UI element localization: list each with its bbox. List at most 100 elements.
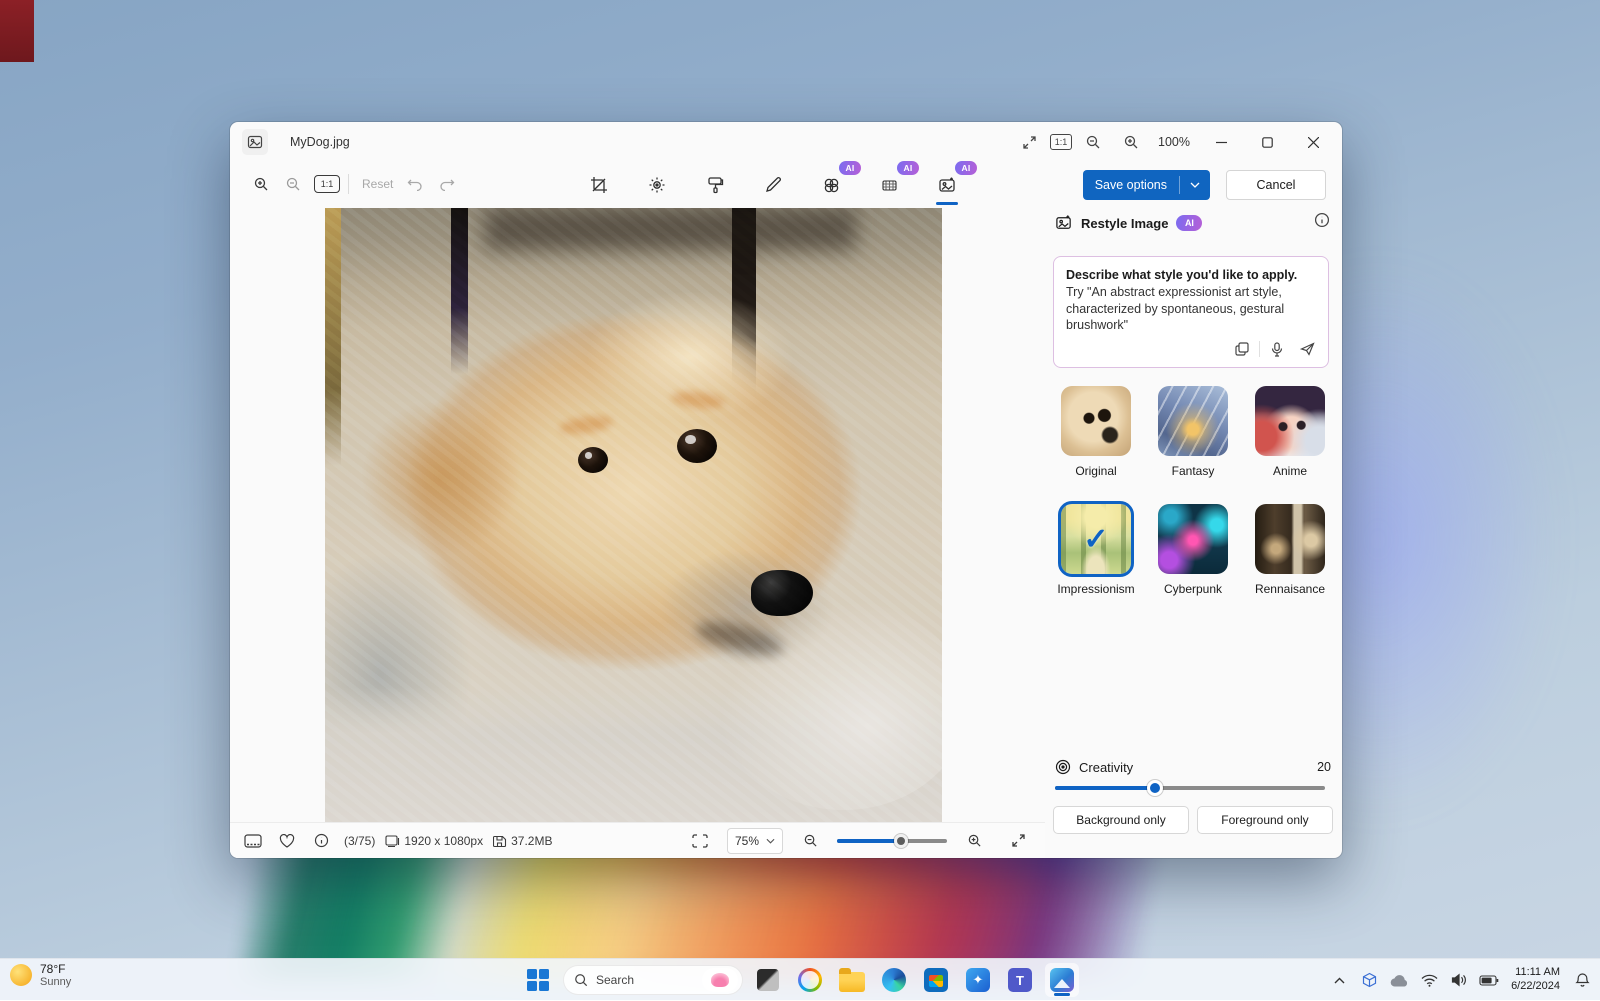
- zoom-in-icon[interactable]: [1114, 127, 1148, 157]
- cancel-button[interactable]: Cancel: [1226, 170, 1326, 200]
- canvas-actual-size-icon[interactable]: 1:1: [314, 175, 340, 193]
- restyle-image-icon: [1055, 214, 1073, 232]
- style-thumbnail[interactable]: [1158, 504, 1228, 574]
- wifi-icon[interactable]: [1417, 965, 1441, 995]
- fullscreen-toggle-icon[interactable]: [1001, 827, 1035, 855]
- windows-logo-icon: [527, 969, 549, 991]
- teams-icon: T: [1008, 968, 1032, 992]
- microsoft-store-icon: [924, 968, 948, 992]
- crop-tool-icon[interactable]: [582, 168, 616, 202]
- open-app-indicator: [1054, 993, 1070, 996]
- info-icon[interactable]: [304, 827, 338, 855]
- save-options-label: Save options: [1083, 178, 1179, 192]
- start-button[interactable]: [521, 963, 555, 997]
- onedrive-icon[interactable]: [1387, 965, 1411, 995]
- maximize-button[interactable]: [1246, 125, 1288, 159]
- creativity-slider[interactable]: [1055, 786, 1325, 790]
- canvas-zoom-out-icon[interactable]: [278, 170, 308, 198]
- restyle-tool-icon[interactable]: AI: [930, 168, 964, 202]
- zoom-level-dropdown[interactable]: 75%: [727, 828, 783, 854]
- send-icon[interactable]: [1294, 337, 1320, 361]
- zoom-level-value: 75%: [735, 834, 759, 848]
- favorite-icon[interactable]: [270, 827, 304, 855]
- restyle-panel-title: Restyle Image: [1081, 216, 1168, 231]
- search-highlight: [702, 968, 738, 992]
- minimize-button[interactable]: [1200, 125, 1242, 159]
- style-option-anime[interactable]: Anime: [1247, 386, 1333, 478]
- battery-icon[interactable]: [1477, 965, 1501, 995]
- statusbar-zoom-out-icon[interactable]: [793, 827, 827, 855]
- adjust-tool-icon[interactable]: [640, 168, 674, 202]
- style-label: Anime: [1247, 464, 1333, 478]
- statusbar-zoom-in-icon[interactable]: [957, 827, 991, 855]
- task-view-button[interactable]: [751, 963, 785, 997]
- photo-preview[interactable]: [325, 208, 942, 822]
- fit-to-window-icon[interactable]: [683, 827, 717, 855]
- copilot-button[interactable]: [793, 963, 827, 997]
- style-label: Cyberpunk: [1150, 582, 1236, 596]
- creativity-icon: [1055, 759, 1071, 775]
- actual-size-icon[interactable]: 1:1: [1050, 134, 1072, 150]
- reset-button[interactable]: Reset: [357, 170, 398, 198]
- restyle-info-icon[interactable]: [1314, 212, 1330, 228]
- style-option-cyberpunk[interactable]: Cyberpunk: [1150, 504, 1236, 596]
- slider-thumb[interactable]: [1147, 780, 1163, 796]
- style-option-fantasy[interactable]: Fantasy: [1150, 386, 1236, 478]
- style-thumbnail[interactable]: [1255, 386, 1325, 456]
- filter-tool-icon[interactable]: [698, 168, 732, 202]
- slider-thumb[interactable]: [894, 834, 908, 848]
- style-thumbnail-selected[interactable]: ✓: [1061, 504, 1131, 574]
- microsoft-store-button[interactable]: [919, 963, 953, 997]
- style-label: Impressionism: [1053, 582, 1139, 596]
- teams-button[interactable]: T: [1003, 963, 1037, 997]
- search-placeholder: Search: [596, 973, 694, 987]
- photo-texture: [325, 208, 942, 822]
- markup-tool-icon[interactable]: [756, 168, 790, 202]
- style-option-original[interactable]: Original: [1053, 386, 1139, 478]
- ai-badge: AI: [897, 161, 919, 175]
- edit-toolbar: 1:1 Reset: [230, 164, 1342, 208]
- photo-dimensions: 1920 x 1080px: [404, 834, 483, 848]
- microsoft-365-button[interactable]: [961, 963, 995, 997]
- save-options-chevron-icon[interactable]: [1180, 182, 1210, 188]
- tray-app-cube-icon[interactable]: [1357, 965, 1381, 995]
- filmstrip-icon[interactable]: [236, 827, 270, 855]
- style-thumbnail[interactable]: [1255, 504, 1325, 574]
- photos-logo-icon: [242, 129, 268, 155]
- undo-icon[interactable]: [400, 170, 430, 198]
- notification-bell-icon[interactable]: [1570, 965, 1594, 995]
- style-prompt-input[interactable]: Describe what style you'd like to apply.…: [1053, 256, 1329, 368]
- system-tray: 11:11 AM 6/22/2024: [1327, 959, 1594, 1001]
- canvas-zoom-in-icon[interactable]: [246, 170, 276, 198]
- background-tool-icon[interactable]: AI: [814, 168, 848, 202]
- weather-widget[interactable]: 78°F Sunny: [10, 962, 71, 988]
- microphone-icon[interactable]: [1264, 337, 1290, 361]
- style-option-rennaisance[interactable]: Rennaisance: [1247, 504, 1333, 596]
- redo-icon[interactable]: [432, 170, 462, 198]
- style-thumbnail[interactable]: [1158, 386, 1228, 456]
- edge-button[interactable]: [877, 963, 911, 997]
- hidden-icons-chevron[interactable]: [1327, 965, 1351, 995]
- style-label: Rennaisance: [1247, 582, 1333, 596]
- save-options-button[interactable]: Save options: [1083, 170, 1210, 200]
- background-only-button[interactable]: Background only: [1053, 806, 1189, 834]
- photos-app-button[interactable]: [1045, 963, 1079, 997]
- zoom-out-icon[interactable]: [1076, 127, 1110, 157]
- taskbar-search-box[interactable]: Search: [563, 965, 743, 995]
- file-explorer-button[interactable]: [835, 963, 869, 997]
- style-label: Fantasy: [1150, 464, 1236, 478]
- canvas-actual-size-label: 1:1: [321, 179, 334, 189]
- paste-icon[interactable]: [1229, 337, 1255, 361]
- window-title: MyDog.jpg: [290, 135, 350, 149]
- erase-tool-icon[interactable]: AI: [872, 168, 906, 202]
- dimensions-icon: [385, 834, 400, 847]
- style-thumbnail[interactable]: [1061, 386, 1131, 456]
- foreground-only-button[interactable]: Foreground only: [1197, 806, 1333, 834]
- style-option-impressionism[interactable]: ✓ Impressionism: [1053, 504, 1139, 596]
- zoom-percentage: 100%: [1152, 135, 1196, 149]
- fullscreen-icon[interactable]: [1012, 127, 1046, 157]
- canvas-zoom-slider[interactable]: [837, 839, 947, 843]
- volume-icon[interactable]: [1447, 965, 1471, 995]
- close-button[interactable]: [1292, 125, 1334, 159]
- clock[interactable]: 11:11 AM 6/22/2024: [1511, 966, 1560, 994]
